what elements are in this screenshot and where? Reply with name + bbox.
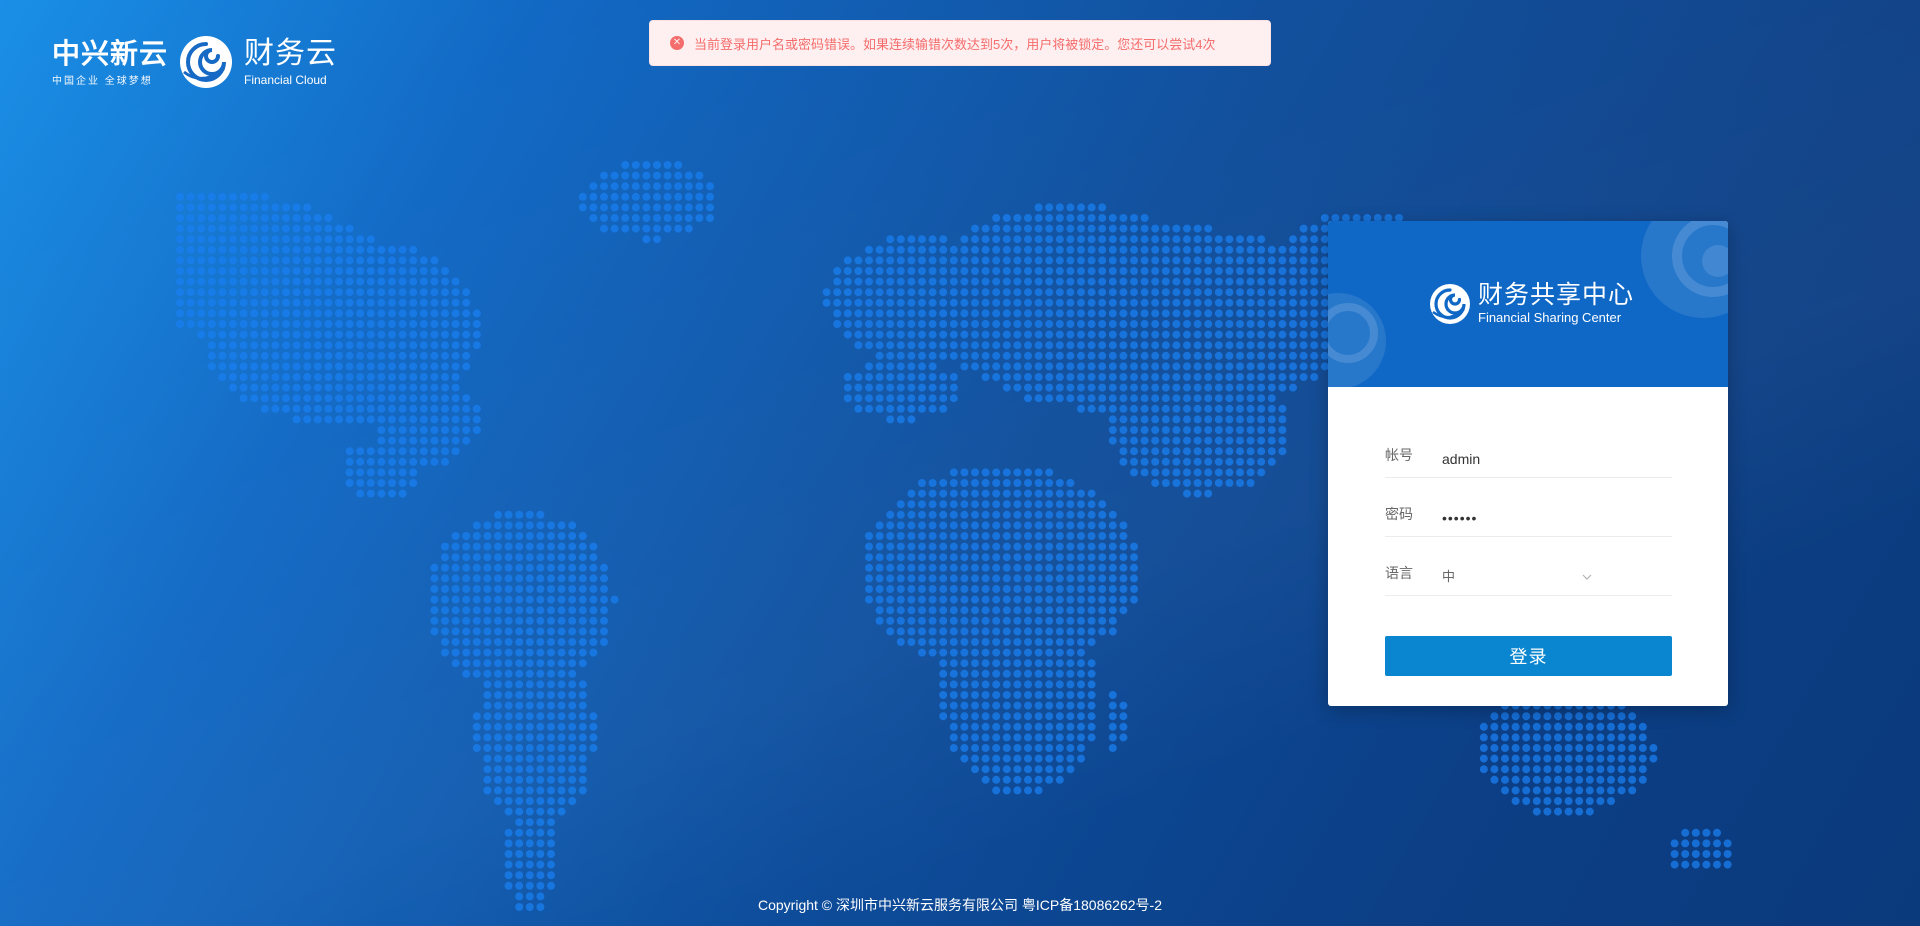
- login-title-en: Financial Sharing Center: [1478, 310, 1622, 325]
- language-label: 语言: [1385, 565, 1413, 581]
- login-page: 中兴新云 中国企业 全球梦想 财务云 Financial Cloud ✕ 当前登…: [0, 0, 1920, 926]
- login-card-title: 财务共享中心 Financial Sharing Center: [1428, 281, 1634, 326]
- brand-logo: 中兴新云 中国企业 全球梦想 财务云 Financial Cloud: [52, 34, 337, 90]
- account-input[interactable]: [1442, 451, 1662, 477]
- language-select[interactable]: 中: [1442, 566, 1582, 595]
- cloud-swirl-logo-icon: [1430, 283, 1470, 324]
- login-card: 财务共享中心 Financial Sharing Center 帐号 密码 语言…: [1328, 221, 1728, 706]
- error-circle-icon[interactable]: ✕: [670, 36, 684, 50]
- product-name-en: Financial Cloud: [244, 73, 327, 87]
- company-slogan: 中国企业 全球梦想: [52, 75, 153, 87]
- password-field: 密码: [1385, 478, 1672, 537]
- company-name: 中兴新云: [52, 37, 169, 69]
- product-name: 财务云: [244, 37, 338, 70]
- login-card-header: 财务共享中心 Financial Sharing Center: [1328, 221, 1728, 387]
- language-field: 语言 中: [1385, 537, 1672, 596]
- cloud-swirl-logo-icon: [180, 36, 233, 88]
- account-field: 帐号: [1385, 419, 1672, 478]
- login-title-cn: 财务共享中心: [1478, 281, 1635, 309]
- product-brand: 财务云 Financial Cloud: [244, 37, 337, 87]
- company-brand: 中兴新云 中国企业 全球梦想: [52, 38, 168, 87]
- error-toast: ✕ 当前登录用户名或密码错误。如果连续输错次数达到5次，用户将被锁定。您还可以尝…: [649, 20, 1271, 66]
- password-input[interactable]: [1442, 510, 1662, 536]
- chevron-down-icon[interactable]: [1582, 572, 1592, 582]
- login-form: 帐号 密码 语言 中 登录: [1328, 387, 1728, 676]
- copyright-text: Copyright © 深圳市中兴新云服务有限公司 粤ICP备18086262号…: [758, 897, 1162, 913]
- password-label: 密码: [1385, 506, 1413, 522]
- login-button[interactable]: 登录: [1385, 636, 1672, 676]
- account-label: 帐号: [1385, 447, 1413, 463]
- error-message: 当前登录用户名或密码错误。如果连续输错次数达到5次，用户将被锁定。您还可以尝试4…: [694, 36, 1216, 52]
